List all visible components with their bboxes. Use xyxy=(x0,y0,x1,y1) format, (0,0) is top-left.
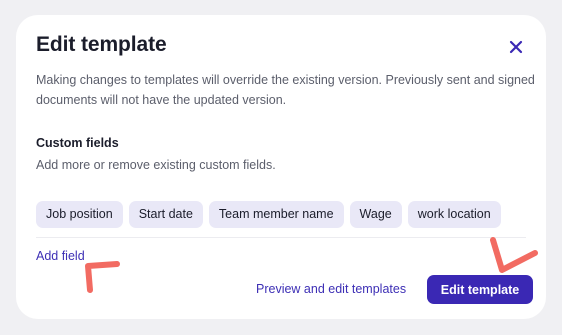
divider xyxy=(36,237,526,238)
edit-template-modal: Edit template Making changes to template… xyxy=(16,15,546,319)
custom-fields-subtitle: Add more or remove existing custom field… xyxy=(36,158,276,172)
field-chip-wage[interactable]: Wage xyxy=(349,201,402,228)
field-chip-job-position[interactable]: Job position xyxy=(36,201,123,228)
field-chip-team-member-name[interactable]: Team member name xyxy=(208,201,344,228)
field-chip-start-date[interactable]: Start date xyxy=(128,201,203,228)
modal-backdrop: Edit template Making changes to template… xyxy=(0,0,562,335)
add-field-link[interactable]: Add field xyxy=(36,249,85,263)
custom-fields-heading: Custom fields xyxy=(36,136,119,150)
modal-title: Edit template xyxy=(36,33,167,56)
field-chip-work-location[interactable]: work location xyxy=(407,201,501,228)
close-button[interactable] xyxy=(505,36,527,58)
close-icon xyxy=(509,40,523,54)
modal-description: Making changes to templates will overrid… xyxy=(36,73,535,107)
custom-field-chip-list: Job position Start date Team member name… xyxy=(36,201,501,228)
edit-template-button[interactable]: Edit template xyxy=(427,275,533,304)
preview-edit-templates-link[interactable]: Preview and edit templates xyxy=(256,282,406,296)
